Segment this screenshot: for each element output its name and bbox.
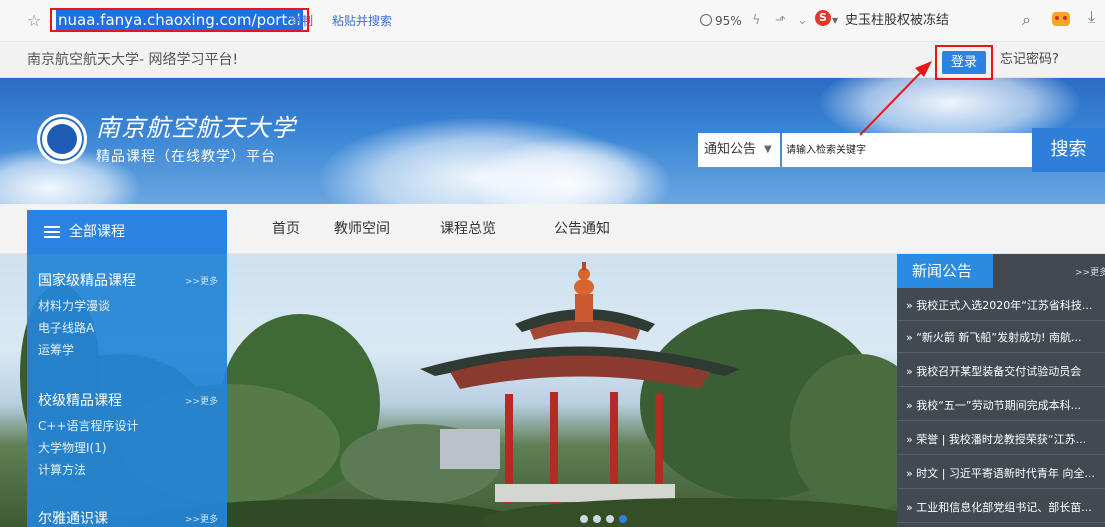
login-button[interactable]: 登录 <box>942 51 986 74</box>
news-item[interactable]: » 我校正式入选2020年“江苏省科技... <box>897 290 1105 321</box>
category-title[interactable]: 校级精品课程 <box>38 391 122 411</box>
sogou-s-icon[interactable]: S <box>815 10 831 26</box>
game-controller-icon[interactable] <box>1052 12 1070 26</box>
news-panel: 新闻公告 >>更多 » 我校正式入选2020年“江苏省科技... » “新火箭 … <box>897 254 1105 527</box>
caret-down-icon[interactable]: ▼ <box>832 11 838 31</box>
course-link[interactable]: 电子线路A <box>38 320 94 336</box>
zoom-level: 95% <box>715 14 742 28</box>
news-more-link[interactable]: >>更多 <box>1075 266 1105 280</box>
nav-course-overview[interactable]: 课程总览 <box>440 219 496 239</box>
news-item-text: » “新火箭 新飞船”发射成功! 南航... <box>906 331 1082 344</box>
category-title[interactable]: 尔雅通识课 <box>38 509 108 527</box>
chevron-down-icon[interactable]: ⌄ <box>797 11 808 31</box>
nav-announcements[interactable]: 公告通知 <box>554 219 610 239</box>
news-item-text: » 工业和信息化部党组书记、部长苗... <box>906 501 1092 514</box>
course-link[interactable]: 运筹学 <box>38 342 74 358</box>
browser-news-ticker[interactable]: 史玉柱股权被冻结 <box>845 11 949 31</box>
chevron-down-icon: ▼ <box>764 144 772 155</box>
course-link[interactable]: C++语言程序设计 <box>38 418 139 434</box>
platform-subtitle: 精品课程（在线教学）平台 <box>96 149 276 165</box>
browser-address-bar: ☆ nuaa.fanya.chaoxing.com/portal 复制 粘贴并搜… <box>0 0 1105 42</box>
site-title: 南京航空航天大学- 网络学习平台! <box>27 52 239 68</box>
menu-icon <box>44 226 60 238</box>
category-more-link[interactable]: >>更多 <box>185 275 218 289</box>
news-item-text: » 我校召开某型装备交付试验动员会 <box>906 365 1082 378</box>
nav-teacher-space[interactable]: 教师空间 <box>334 219 390 239</box>
bookmark-star-icon[interactable]: ☆ <box>27 10 41 32</box>
screenshot-root: ☆ nuaa.fanya.chaoxing.com/portal 复制 粘贴并搜… <box>0 0 1105 527</box>
news-item-text: » 我校“五一”劳动节期间完成本科... <box>906 399 1082 412</box>
slider-dot[interactable] <box>593 515 601 523</box>
news-item-text: » 我校正式入选2020年“江苏省科技... <box>906 299 1093 312</box>
all-courses-button[interactable]: 全部课程 <box>27 210 227 254</box>
news-item[interactable]: » 我校召开某型装备交付试验动员会 <box>897 356 1105 387</box>
university-logo-name: 南京航空航天大学 <box>96 114 296 142</box>
login-highlight-box: 登录 <box>935 45 993 80</box>
slider-dot[interactable] <box>580 515 588 523</box>
url-highlight-box: nuaa.fanya.chaoxing.com/portal <box>50 8 309 32</box>
news-item[interactable]: » 我校“五一”劳动节期间完成本科... <box>897 390 1105 421</box>
url-field[interactable]: nuaa.fanya.chaoxing.com/portal <box>56 10 303 30</box>
news-item-text: » 荣誉 | 我校潘时龙教授荣获“江苏... <box>906 433 1087 446</box>
news-title: 新闻公告 <box>912 262 973 280</box>
news-item[interactable]: » 工业和信息化部党组书记、部长苗... <box>897 492 1105 523</box>
news-item[interactable]: » 荣誉 | 我校潘时龙教授荣获“江苏... <box>897 424 1105 455</box>
course-link[interactable]: 大学物理Ⅰ(1) <box>38 440 107 456</box>
news-header: 新闻公告 <box>897 254 993 288</box>
search-category-value: 通知公告 <box>704 142 757 157</box>
news-item-text: » 时文 | 习近平寄语新时代青年 向全... <box>906 467 1095 480</box>
course-link[interactable]: 材料力学漫谈 <box>38 298 110 314</box>
share-icon[interactable]: ⬏ <box>775 11 786 31</box>
category-title[interactable]: 国家级精品课程 <box>38 271 136 291</box>
paste-search-link[interactable]: 粘贴并搜索 <box>332 12 392 30</box>
search-category-select[interactable]: 通知公告 ▼ <box>698 133 780 167</box>
news-item[interactable]: » “新火箭 新飞船”发射成功! 南航... <box>897 322 1105 353</box>
copy-link[interactable]: 复制 <box>289 12 313 30</box>
nav-home[interactable]: 首页 <box>272 219 300 239</box>
search-input[interactable] <box>782 133 1032 167</box>
zoom-control[interactable]: 95% <box>700 11 742 31</box>
university-seal-icon <box>37 114 87 164</box>
news-item[interactable]: » 时文 | 习近平寄语新时代青年 向全... <box>897 458 1105 489</box>
lightning-icon[interactable]: ϟ <box>752 11 761 31</box>
forgot-password-link[interactable]: 忘记密码? <box>1000 50 1059 70</box>
search-icon[interactable]: ⌕ <box>1022 9 1031 31</box>
course-category-sidebar: 国家级精品课程 >>更多 材料力学漫谈 电子线路A 运筹学 校级精品课程 >>更… <box>27 254 227 527</box>
category-more-link[interactable]: >>更多 <box>185 513 218 527</box>
search-button[interactable]: 搜索 <box>1032 128 1105 172</box>
slider-dot[interactable] <box>606 515 614 523</box>
slider-dot-active[interactable] <box>619 515 627 523</box>
all-courses-label: 全部课程 <box>69 224 125 240</box>
course-link[interactable]: 计算方法 <box>38 462 86 478</box>
category-more-link[interactable]: >>更多 <box>185 395 218 409</box>
zoom-icon <box>700 14 712 26</box>
download-icon[interactable]: ⤓ <box>1088 6 1095 28</box>
